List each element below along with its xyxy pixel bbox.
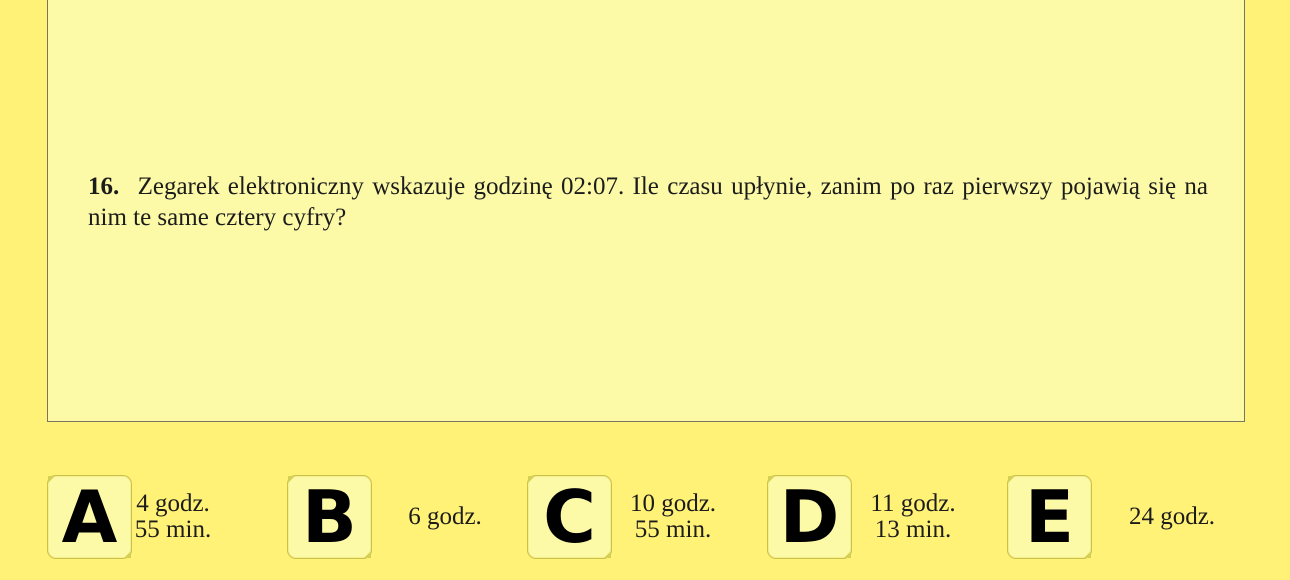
answer-value-d: 11 godz. 13 min. <box>853 475 973 559</box>
answer-value-e: 24 godz. <box>1107 475 1237 559</box>
answer-value-c: 10 godz. 55 min. <box>613 475 733 559</box>
answer-letter-c: C <box>543 475 596 559</box>
answer-value-a-line-2: 55 min. <box>134 516 212 543</box>
question-number: 16. <box>88 173 120 200</box>
answer-key-b[interactable]: B <box>287 475 372 559</box>
answer-letter-d: D <box>779 475 840 559</box>
answer-value-b-line-1: 6 godz. <box>408 503 482 530</box>
answer-key-a[interactable]: A <box>47 475 132 559</box>
answer-letter-e: E <box>1024 475 1075 559</box>
answer-key-e[interactable]: E <box>1007 475 1092 559</box>
answer-value-d-line-2: 13 min. <box>874 516 952 543</box>
answer-value-d-line-1: 11 godz. <box>870 490 956 517</box>
answer-value-b: 6 godz. <box>395 475 495 559</box>
answer-value-c-line-1: 10 godz. <box>629 490 717 517</box>
answer-letter-a: A <box>61 475 118 559</box>
answer-value-c-line-2: 55 min. <box>634 516 712 543</box>
question-panel: 16. Zegarek elektroniczny wskazuje godzi… <box>47 0 1245 422</box>
answer-letter-b: B <box>302 475 357 559</box>
answer-value-a: 4 godz. 55 min. <box>133 475 213 559</box>
question-body: Zegarek elektroniczny wskazuje godzinę 0… <box>88 173 1209 231</box>
answer-key-c[interactable]: C <box>527 475 612 559</box>
question-text: 16. Zegarek elektroniczny wskazuje godzi… <box>88 171 1208 233</box>
answer-key-d[interactable]: D <box>767 475 852 559</box>
answer-value-e-line-1: 24 godz. <box>1128 503 1216 530</box>
answer-value-a-line-1: 4 godz. <box>136 490 210 517</box>
